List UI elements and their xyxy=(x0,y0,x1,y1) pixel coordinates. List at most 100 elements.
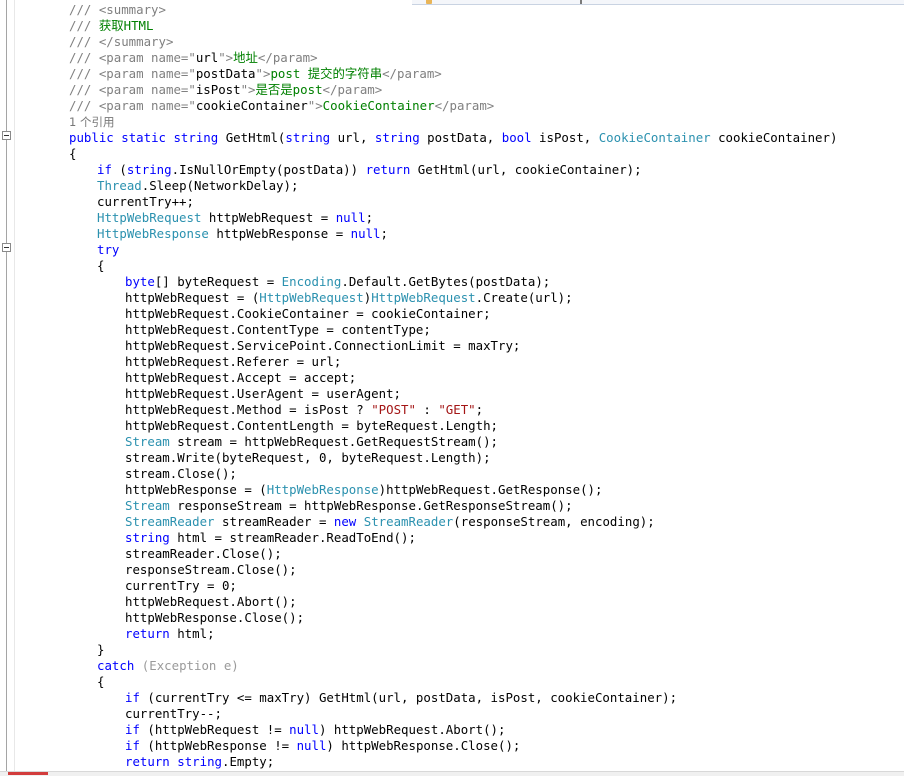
code-token: "> xyxy=(255,66,271,81)
code-token: Encoding xyxy=(281,274,342,289)
code-token: <param name=" xyxy=(98,50,196,65)
code-line[interactable]: currentTry--; xyxy=(125,706,222,722)
code-line[interactable]: HttpWebRequest httpWebRequest = null; xyxy=(97,210,373,226)
code-line[interactable]: httpWebRequest.Method = isPost ? "POST" … xyxy=(125,402,483,418)
code-token: if xyxy=(125,738,140,753)
code-token: html = streamReader.ReadToEnd(); xyxy=(169,530,416,545)
code-token: [] byteRequest = xyxy=(154,274,282,289)
code-token: /// xyxy=(69,2,99,17)
code-line[interactable]: if (httpWebRequest != null) httpWebReque… xyxy=(125,722,505,738)
code-token: </param> xyxy=(382,66,442,81)
code-token: post 提交的字符串 xyxy=(270,66,383,81)
code-line[interactable]: Stream responseStream = httpWebResponse.… xyxy=(125,498,573,514)
code-line[interactable]: /// <param name="url">地址</param> xyxy=(69,50,318,66)
code-token: if xyxy=(125,690,140,705)
code-token: cookieContainer xyxy=(195,98,308,113)
code-line[interactable]: httpWebRequest.ServicePoint.ConnectionLi… xyxy=(125,338,520,354)
code-line[interactable]: catch (Exception e) xyxy=(97,658,239,674)
code-line[interactable]: } xyxy=(97,642,104,658)
code-line[interactable]: httpWebRequest.Abort(); xyxy=(125,594,297,610)
code-token: httpWebResponse = xyxy=(208,226,351,241)
code-line[interactable]: streamReader.Close(); xyxy=(125,546,282,562)
code-token: Stream xyxy=(125,498,170,513)
code-token: Exception xyxy=(149,658,217,673)
code-token: httpWebResponse = ( xyxy=(125,482,267,497)
code-line[interactable]: httpWebRequest.CookieContainer = cookieC… xyxy=(125,306,491,322)
code-line[interactable]: httpWebRequest = (HttpWebRequest)HttpWeb… xyxy=(125,290,573,306)
code-line[interactable]: /// <summary> xyxy=(69,2,166,18)
code-line[interactable]: { xyxy=(69,146,76,162)
code-token: HttpWebRequest xyxy=(371,290,476,305)
code-token: Thread xyxy=(97,178,142,193)
code-token: static xyxy=(121,130,166,145)
code-line[interactable]: /// 获取HTML xyxy=(69,18,153,34)
code-token: byte xyxy=(125,274,155,289)
code-token: { xyxy=(69,146,77,161)
code-token: (currentTry <= maxTry) GetHtml(url, post… xyxy=(139,690,678,705)
code-line[interactable]: { xyxy=(97,258,104,274)
code-token: StreamReader xyxy=(125,514,215,529)
code-token: httpWebRequest.ContentLength = byteReque… xyxy=(125,418,498,433)
code-token: new xyxy=(333,514,357,529)
code-token: "> xyxy=(307,98,323,113)
code-token: (responseStream, encoding); xyxy=(453,514,655,529)
code-line[interactable]: httpWebResponse = (HttpWebResponse)httpW… xyxy=(125,482,602,498)
code-line[interactable]: httpWebResponse.Close(); xyxy=(125,610,304,626)
code-token: ; xyxy=(365,210,374,225)
code-token: catch xyxy=(97,658,135,673)
code-line[interactable]: try xyxy=(97,242,119,258)
code-line[interactable]: httpWebRequest.UserAgent = userAgent; xyxy=(125,386,401,402)
code-line[interactable]: /// <param name="isPost">是否是post</param> xyxy=(69,82,382,98)
code-token: return xyxy=(125,626,170,641)
code-line[interactable]: httpWebRequest.Referer = url; xyxy=(125,354,341,370)
code-line[interactable]: if (string.IsNullOrEmpty(postData)) retu… xyxy=(97,162,642,178)
code-line[interactable]: return html; xyxy=(125,626,215,642)
code-editor[interactable]: /// <summary>/// 获取HTML/// </summary>///… xyxy=(0,0,904,776)
code-token: stream.Close(); xyxy=(125,466,237,481)
code-line[interactable]: stream.Write(byteRequest, 0, byteRequest… xyxy=(125,450,491,466)
code-token: null xyxy=(296,738,327,753)
editor-bottom-strip xyxy=(0,771,904,776)
code-line[interactable]: if (httpWebResponse != null) httpWebResp… xyxy=(125,738,520,754)
code-token: { xyxy=(97,674,105,689)
code-line[interactable]: StreamReader streamReader = new StreamRe… xyxy=(125,514,655,530)
code-line[interactable]: httpWebRequest.Accept = accept; xyxy=(125,370,356,386)
code-line[interactable]: /// <param name="cookieContainer">Cookie… xyxy=(69,98,494,114)
code-token: responseStream.Close(); xyxy=(125,562,297,577)
code-line[interactable]: /// <param name="postData">post 提交的字符串</… xyxy=(69,66,442,82)
code-line[interactable]: httpWebRequest.ContentLength = byteReque… xyxy=(125,418,498,434)
code-token: /// xyxy=(69,18,99,33)
code-token: "GET" xyxy=(438,402,476,417)
code-token: </summary> xyxy=(98,34,174,49)
code-line[interactable]: if (currentTry <= maxTry) GetHtml(url, p… xyxy=(125,690,677,706)
code-line[interactable]: byte[] byteRequest = Encoding.Default.Ge… xyxy=(125,274,550,290)
code-token: url, xyxy=(330,130,375,145)
code-line[interactable]: string html = streamReader.ReadToEnd(); xyxy=(125,530,416,546)
code-line[interactable]: HttpWebResponse httpWebResponse = null; xyxy=(97,226,388,242)
code-token: <param name=" xyxy=(98,66,196,81)
code-line[interactable]: currentTry = 0; xyxy=(125,578,237,594)
code-token: try xyxy=(97,242,120,257)
code-line[interactable]: Stream stream = httpWebRequest.GetReques… xyxy=(125,434,498,450)
code-token: GetHtml( xyxy=(218,130,286,145)
code-line[interactable]: responseStream.Close(); xyxy=(125,562,297,578)
code-token: <summary> xyxy=(98,2,166,17)
code-line[interactable]: public static string GetHtml(string url,… xyxy=(69,130,837,146)
code-token: ( xyxy=(134,658,150,673)
code-line[interactable]: httpWebRequest.ContentType = contentType… xyxy=(125,322,431,338)
code-token: if xyxy=(125,722,140,737)
code-token: return xyxy=(125,754,170,769)
code-line[interactable]: stream.Close(); xyxy=(125,466,237,482)
code-line[interactable]: Thread.Sleep(NetworkDelay); xyxy=(97,178,298,194)
code-token: : xyxy=(415,402,439,417)
code-line[interactable]: /// </summary> xyxy=(69,34,173,50)
code-line[interactable]: 1 个引用 xyxy=(69,114,114,130)
code-token: StreamReader xyxy=(363,514,454,529)
code-line[interactable]: currentTry++; xyxy=(97,194,194,210)
code-line[interactable]: { xyxy=(97,674,104,690)
code-token: /// xyxy=(69,50,99,65)
code-token: 是否是post xyxy=(255,82,323,97)
code-line[interactable]: return string.Empty; xyxy=(125,754,274,770)
code-token: httpWebRequest.UserAgent = userAgent; xyxy=(125,386,402,401)
